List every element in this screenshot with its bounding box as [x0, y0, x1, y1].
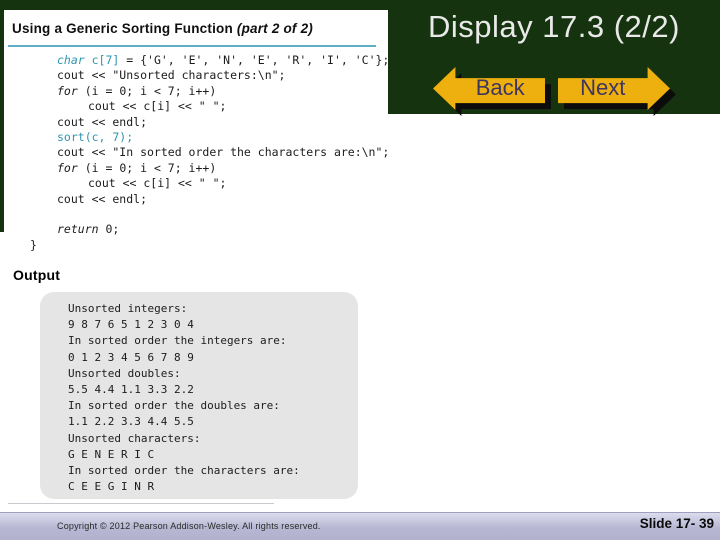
output-label: Output — [13, 267, 61, 283]
slide-title: Display 17.3 (2/2) — [428, 9, 680, 44]
code-segment: } — [30, 237, 37, 252]
output-line: 1.1 2.2 3.3 4.4 5.5 — [68, 415, 194, 429]
code-segment: (i = 0; i < 7; i++) — [77, 160, 217, 175]
code-line: char c[7] = {'G', 'E', 'N', 'E', 'R', 'I… — [30, 53, 389, 68]
output-line: 0 1 2 3 4 5 6 7 8 9 — [68, 350, 194, 364]
code-segment: cout << "In sorted order the characters … — [57, 145, 390, 160]
code-line: for (i = 0; i < 7; i++) — [30, 161, 389, 176]
output-line: In sorted order the doubles are: — [68, 399, 280, 413]
slide-number: Slide 17- 39 — [639, 516, 714, 531]
code-line: sort(c, 7); — [30, 130, 389, 145]
output-line: Unsorted characters: — [68, 431, 201, 445]
code-line: cout << endl; — [30, 115, 389, 130]
code-segment: 0; — [98, 222, 120, 237]
code-segment: return — [57, 222, 99, 237]
heading-rule — [8, 45, 376, 47]
output-line: G E N E R I C — [68, 447, 155, 461]
listing-heading-main: Using a Generic Sorting Function — [12, 21, 237, 36]
output-line: C E E G I N R — [68, 480, 155, 494]
next-button[interactable]: Next — [558, 67, 676, 116]
code-segment: cout << c[i] << " "; — [88, 99, 227, 114]
code-segment: cout << endl; — [57, 191, 148, 206]
output-line: In sorted order the characters are: — [68, 464, 300, 478]
code-line: cout << c[i] << " "; — [30, 99, 389, 114]
code-segment: c[7] — [84, 53, 120, 67]
code-block: char c[7] = {'G', 'E', 'N', 'E', 'R', 'I… — [30, 53, 389, 253]
left-green-strip — [0, 10, 4, 232]
code-line: cout << c[i] << " "; — [30, 176, 389, 191]
code-segment: for — [57, 160, 78, 175]
output-line: 5.5 4.4 1.1 3.3 2.2 — [68, 383, 194, 397]
code-line: cout << "Unsorted characters:\n"; — [30, 68, 389, 83]
code-segment: cout << c[i] << " "; — [88, 176, 227, 191]
back-button[interactable]: Back — [433, 67, 551, 116]
code-segment: = {'G', 'E', 'N', 'E', 'R', 'I', 'C'}; — [119, 53, 390, 67]
code-segment: sort(c, 7); — [57, 130, 134, 145]
output-lines: Unsorted integers: 9 8 7 6 5 1 2 3 0 4 In … — [40, 292, 358, 495]
listing-heading: Using a Generic Sorting Function (part 2… — [12, 21, 384, 36]
footer-bar: Copyright © 2012 Pearson Addison-Wesley.… — [0, 512, 720, 540]
output-line: Unsorted doubles: — [68, 366, 181, 380]
code-line: cout << "In sorted order the characters … — [30, 145, 389, 160]
page-bottom-hairline — [8, 503, 274, 504]
code-line: } — [30, 238, 389, 253]
code-segment: char — [57, 53, 85, 67]
code-line: for (i = 0; i < 7; i++) — [30, 84, 389, 99]
output-line: 9 8 7 6 5 1 2 3 0 4 — [68, 318, 194, 332]
listing-heading-part: (part 2 of 2) — [236, 21, 313, 36]
back-button-label: Back — [475, 74, 525, 100]
code-segment: cout << "Unsorted characters:\n"; — [57, 68, 286, 83]
code-segment: (i = 0; i < 7; i++) — [77, 83, 217, 98]
output-box: Unsorted integers: 9 8 7 6 5 1 2 3 0 4 In … — [40, 292, 358, 499]
output-line: Unsorted integers: — [68, 302, 188, 315]
code-segment: for — [57, 83, 78, 98]
next-button-label: Next — [580, 74, 626, 100]
code-line: return 0; — [30, 222, 389, 237]
output-line: In sorted order the integers are: — [68, 334, 287, 348]
code-line: cout << endl; — [30, 192, 389, 207]
code-segment: cout << endl; — [57, 114, 148, 129]
copyright-text: Copyright © 2012 Pearson Addison-Wesley.… — [57, 521, 321, 531]
